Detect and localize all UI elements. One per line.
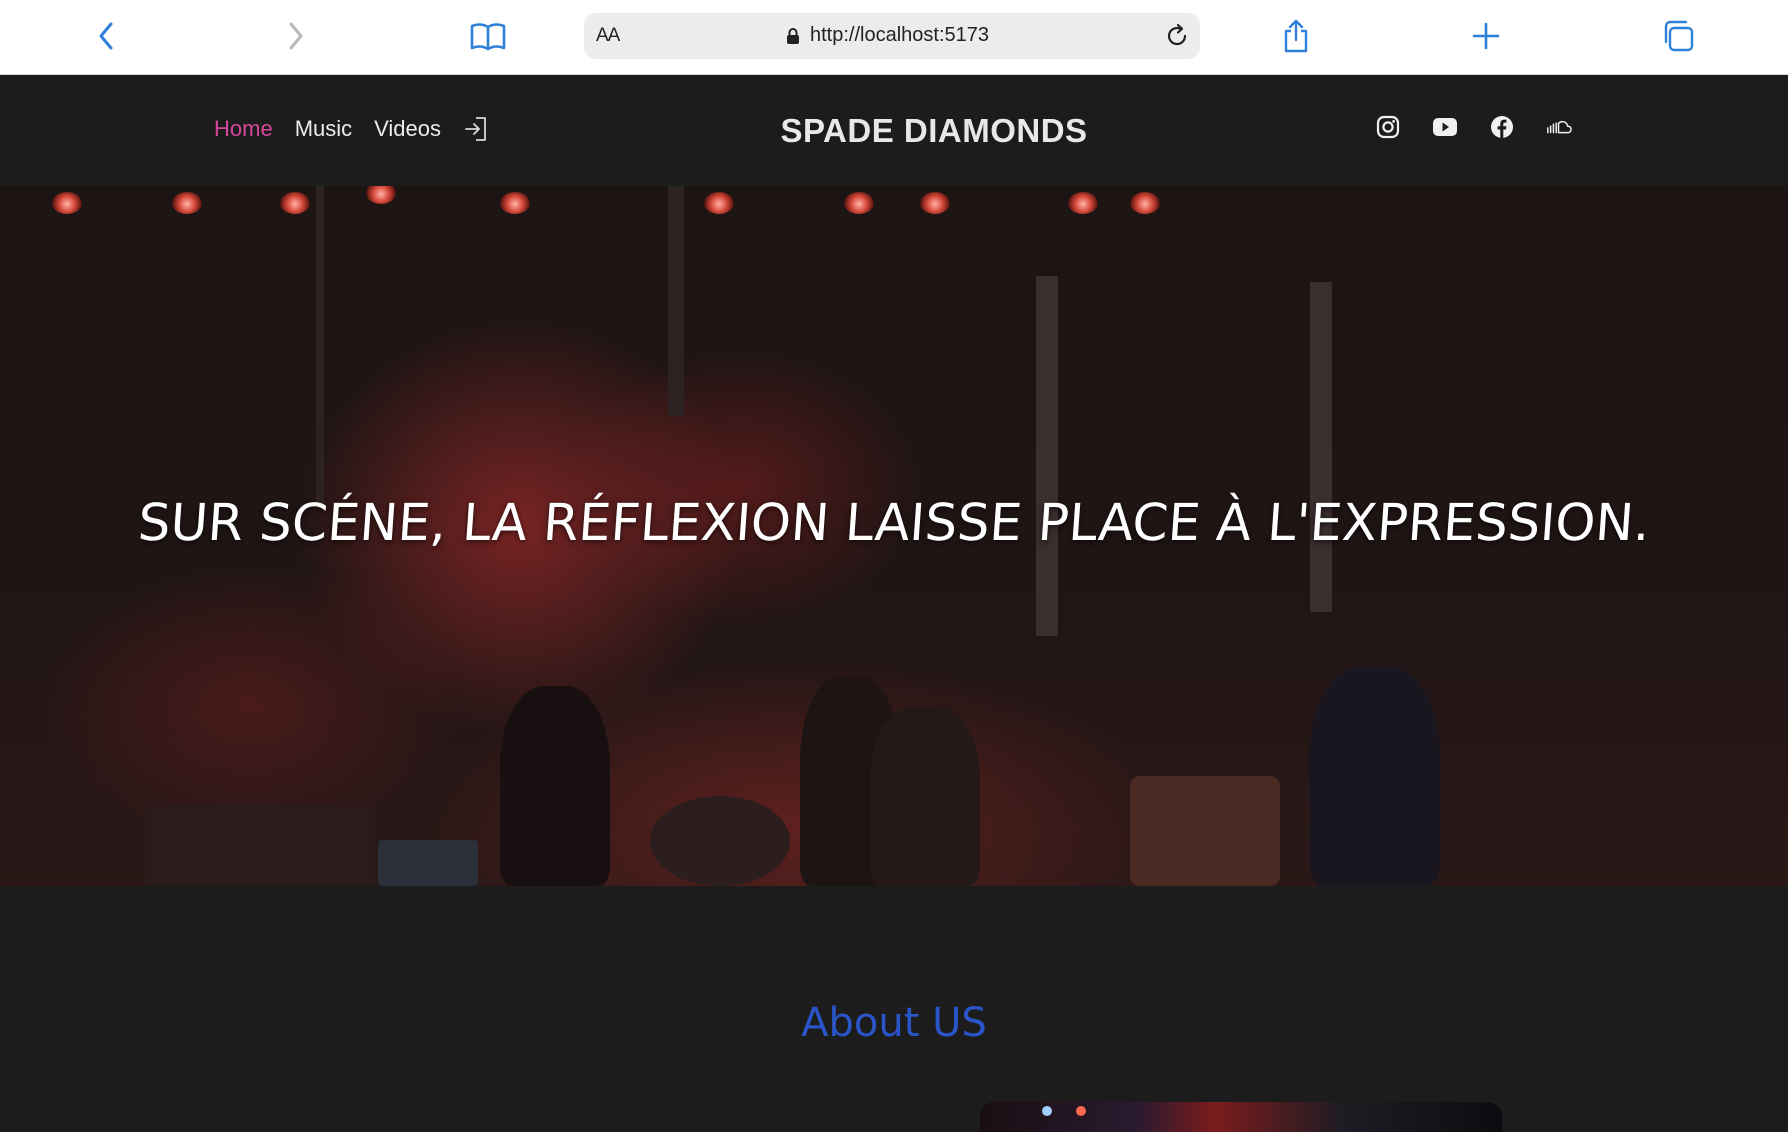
soundcloud-link[interactable] xyxy=(1546,114,1572,140)
instagram-link[interactable] xyxy=(1375,114,1401,140)
hero-banner: SUR SCÉNE, LA RÉFLEXION LAISSE PLACE À L… xyxy=(0,186,1788,886)
lock-icon xyxy=(787,27,799,44)
browser-toolbar: AA http://localhost:5173 xyxy=(0,0,1788,75)
address-bar[interactable]: AA http://localhost:5173 xyxy=(584,13,1200,59)
tabs-overview-button[interactable] xyxy=(1656,14,1700,58)
stage-light xyxy=(1068,192,1098,214)
stage-light xyxy=(52,192,82,214)
about-title: About US xyxy=(801,1000,987,1046)
speaker-column xyxy=(1036,276,1058,636)
stage-light xyxy=(704,192,734,214)
stage-light xyxy=(280,192,310,214)
url-display[interactable]: http://localhost:5173 xyxy=(786,24,989,47)
forward-button[interactable] xyxy=(274,14,318,58)
stage-light xyxy=(500,192,530,214)
instagram-icon xyxy=(1376,115,1400,139)
site-header: Home Music Videos SPADE DIAMONDS xyxy=(0,76,1788,186)
url-text: http://localhost:5173 xyxy=(810,24,990,46)
stage-light xyxy=(1042,1106,1052,1116)
musician-keyboard xyxy=(500,686,610,886)
about-image xyxy=(980,1102,1502,1132)
truss xyxy=(668,186,684,416)
stage-light xyxy=(172,192,202,214)
truss xyxy=(316,186,324,506)
chevron-left-icon xyxy=(99,22,113,50)
share-button[interactable] xyxy=(1274,14,1318,58)
reload-icon xyxy=(1167,23,1187,46)
social-links xyxy=(1375,114,1572,140)
chevron-right-icon xyxy=(289,22,303,50)
musician-guitar xyxy=(1310,666,1440,886)
speaker-column xyxy=(1310,282,1332,612)
soundcloud-icon xyxy=(1547,120,1572,134)
stage-light xyxy=(1130,192,1160,214)
bookmarks-button[interactable] xyxy=(466,14,510,58)
congas xyxy=(1130,776,1280,886)
drum-kit xyxy=(650,796,790,886)
stage-light xyxy=(366,186,396,204)
book-icon xyxy=(470,23,506,51)
youtube-icon xyxy=(1433,118,1457,136)
hero-title: SUR SCÉNE, LA RÉFLEXION LAISSE PLACE À L… xyxy=(136,494,1652,553)
stage-light xyxy=(1076,1106,1086,1116)
tabs-icon xyxy=(1664,20,1694,52)
youtube-link[interactable] xyxy=(1432,114,1458,140)
laptop xyxy=(378,840,478,886)
reload-button[interactable] xyxy=(1162,21,1192,51)
musician-drummer xyxy=(870,706,980,886)
facebook-link[interactable] xyxy=(1489,114,1515,140)
stage-light xyxy=(844,192,874,214)
back-button[interactable] xyxy=(84,14,128,58)
facebook-icon xyxy=(1491,116,1513,138)
new-tab-button[interactable] xyxy=(1464,14,1508,58)
stage-light xyxy=(920,192,950,214)
reader-button[interactable]: AA xyxy=(596,25,620,47)
reader-label: AA xyxy=(596,25,620,46)
plus-icon xyxy=(1472,22,1500,50)
share-icon xyxy=(1284,19,1308,53)
keyboard-rig xyxy=(145,806,375,886)
